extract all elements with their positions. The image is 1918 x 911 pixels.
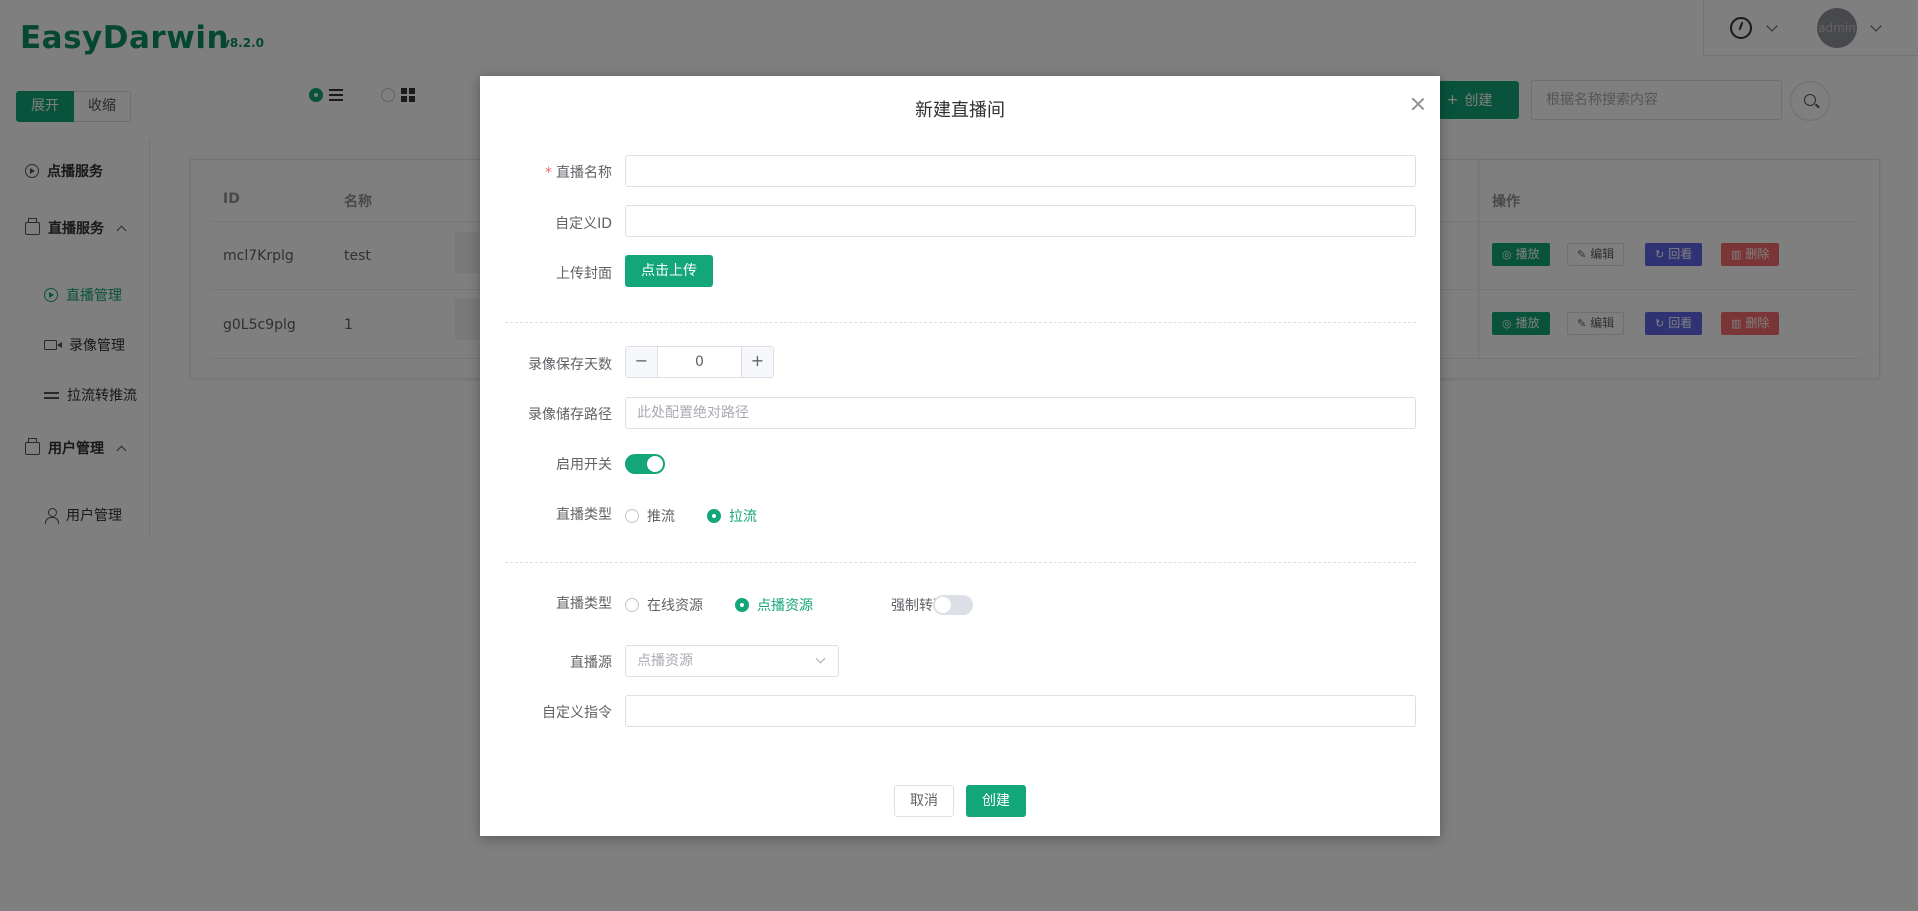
cancel-button[interactable]: 取消 xyxy=(894,785,954,817)
radio-pull-label: 拉流 xyxy=(729,509,757,525)
name-label: * 直播名称 xyxy=(545,162,612,182)
source-select-value: 点播资源 xyxy=(637,653,693,669)
radio-icon xyxy=(625,598,639,612)
live-type-label: 直播类型 xyxy=(556,507,612,523)
keep-days-label: 录像保存天数 xyxy=(528,357,612,373)
path-label: 录像储存路径 xyxy=(528,407,612,423)
source-select[interactable]: 点播资源 xyxy=(625,645,839,677)
switch-knob xyxy=(647,456,663,472)
close-icon[interactable] xyxy=(1410,96,1426,112)
radio-icon xyxy=(625,509,639,523)
radio-push[interactable]: 推流 xyxy=(625,506,675,526)
radio-pull[interactable]: 拉流 xyxy=(707,506,757,526)
radio-online-label: 在线资源 xyxy=(647,598,703,614)
keep-days-stepper: − 0 + xyxy=(625,346,774,378)
switch-knob xyxy=(935,597,951,613)
radio-push-label: 推流 xyxy=(647,509,675,525)
upload-button[interactable]: 点击上传 xyxy=(625,255,713,287)
radio-selected-icon xyxy=(735,598,749,612)
enable-switch[interactable] xyxy=(625,454,665,474)
radio-vod-label: 点播资源 xyxy=(757,598,813,614)
chevron-down-icon xyxy=(815,653,826,664)
keep-days-value[interactable]: 0 xyxy=(658,347,741,377)
custom-id-input[interactable] xyxy=(625,205,1416,237)
increment-button[interactable]: + xyxy=(741,347,773,377)
required-mark: * xyxy=(545,165,552,181)
source-label: 直播源 xyxy=(570,655,612,671)
section-divider xyxy=(505,322,1416,323)
live-name-input[interactable] xyxy=(625,155,1416,187)
command-label: 自定义指令 xyxy=(542,705,612,721)
transcode-switch[interactable] xyxy=(933,595,973,615)
create-live-dialog: 新建直播间 * 直播名称 自定义ID 上传封面 点击上传 录像保存天数 − 0 +… xyxy=(480,76,1440,836)
enable-label: 启用开关 xyxy=(556,457,612,473)
radio-online[interactable]: 在线资源 xyxy=(625,595,703,615)
custom-id-label: 自定义ID xyxy=(555,216,612,232)
radio-selected-icon xyxy=(707,509,721,523)
dialog-title: 新建直播间 xyxy=(915,100,1005,121)
record-path-input[interactable]: 此处配置绝对路径 xyxy=(625,397,1416,429)
custom-command-input[interactable] xyxy=(625,695,1416,727)
cover-label: 上传封面 xyxy=(556,266,612,282)
radio-vod[interactable]: 点播资源 xyxy=(735,595,813,615)
section-divider xyxy=(505,562,1416,563)
name-label-text: 直播名称 xyxy=(556,165,612,181)
source-type-label: 直播类型 xyxy=(556,596,612,612)
submit-create-button[interactable]: 创建 xyxy=(966,785,1026,817)
decrement-button[interactable]: − xyxy=(626,347,658,377)
